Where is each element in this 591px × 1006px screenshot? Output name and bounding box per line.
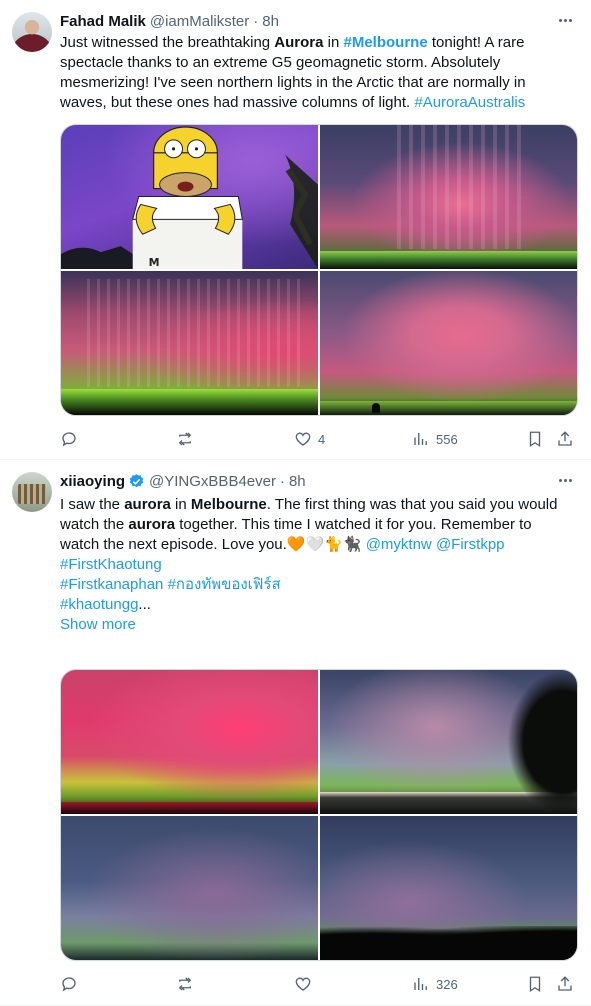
link-text[interactable]: @Firstkpp (436, 536, 505, 553)
tweet-text-line: watch the aurora together. This time I w… (60, 515, 577, 535)
share-button[interactable] (556, 429, 574, 449)
reply-button[interactable] (60, 974, 84, 994)
like-button[interactable] (294, 974, 318, 994)
text-segment: watch the next episode. Love you.🧡🤍🐈🐈‍⬛ (60, 536, 366, 553)
bookmark-button[interactable] (526, 974, 544, 994)
text-segment: together. This time I watched it for you… (175, 516, 532, 533)
reply-icon (62, 977, 76, 992)
media-image-aurora-4[interactable] (320, 271, 577, 415)
hashtag-link[interactable]: #Melbourne (344, 34, 428, 51)
repost-icon (178, 432, 192, 446)
share-icon (558, 976, 572, 991)
text-segment: watch the (60, 516, 129, 533)
views-button[interactable]: 556 (412, 429, 458, 449)
media-image-aurora-7[interactable] (61, 816, 318, 960)
repost-button[interactable] (176, 429, 200, 449)
tweet-text-line: waves, but these ones had massive column… (60, 93, 577, 113)
bookmark-icon (529, 431, 541, 448)
tweet-header: xiiaoying @YINGxBBB4ever · 8h (60, 471, 579, 491)
author-name[interactable]: xiiaoying (60, 473, 125, 490)
tweet-actions: 326 (60, 974, 578, 994)
media-image-aurora-6[interactable] (320, 670, 577, 814)
text-segment: tonight! A rare (427, 34, 525, 51)
share-button[interactable] (556, 974, 574, 994)
bookmark-button[interactable] (526, 429, 544, 449)
author-name[interactable]: Fahad Malik (60, 13, 146, 30)
heart-icon (295, 977, 311, 991)
tweet-text-line: I saw the aurora in Melbourne. The first… (60, 495, 577, 515)
media-grid (60, 669, 578, 961)
reply-icon (62, 432, 76, 447)
tweet-text-line: #khaotungg... (60, 595, 577, 615)
separator-dot: · (253, 12, 259, 30)
text-segment: ... (138, 596, 151, 613)
tweet-header: Fahad Malik @iamMalikster · 8h (60, 11, 579, 31)
avatar[interactable] (12, 12, 52, 52)
views-button[interactable]: 326 (412, 974, 458, 994)
author-handle[interactable]: @YINGxBBB4ever (149, 473, 276, 490)
bookmark-icon (529, 976, 541, 993)
media-image-aurora-3[interactable] (61, 271, 318, 415)
media-image-homer[interactable]: M (61, 125, 318, 269)
bold-keyword: Aurora (274, 34, 324, 51)
bold-keyword: Melbourne (190, 496, 267, 513)
bold-keyword: aurora (124, 496, 171, 513)
text-segment: in (323, 34, 344, 51)
avatar[interactable] (12, 472, 52, 512)
bold-keyword: aurora (128, 516, 176, 533)
link-text[interactable]: #FirstKhaotung (60, 556, 162, 573)
link-text[interactable]: #khaotungg (60, 596, 138, 613)
heart-icon (295, 432, 311, 446)
repost-icon (178, 977, 192, 991)
homer-cartoon-icon: M (61, 126, 318, 269)
tweet-text-line: spectacle thanks to an extreme G5 geomag… (60, 53, 577, 73)
link-text[interactable]: #Firstkanaphan #กองทัพของเฟิร์ส (60, 576, 281, 593)
analytics-icon (414, 978, 427, 990)
text-segment: . The first thing was that you said you … (266, 496, 558, 513)
media-grid: M (60, 124, 578, 416)
text-segment: spectacle thanks to an extreme G5 geomag… (60, 54, 501, 71)
tweet-text-line: mesmerizing! I've seen northern lights i… (60, 73, 577, 93)
link-text[interactable]: #AuroraAustralis (414, 94, 525, 111)
link-text[interactable]: @myktnw (366, 536, 432, 553)
tweet-actions: 4 556 (60, 429, 578, 449)
analytics-icon (414, 433, 427, 445)
tweet-text-line: Show more (60, 615, 577, 635)
tweet-text: Just witnessed the breathtaking Aurora i… (60, 33, 577, 113)
more-options-icon[interactable] (551, 470, 579, 490)
timestamp[interactable]: 8h (289, 473, 306, 490)
timestamp[interactable]: 8h (262, 13, 279, 30)
show-more-link[interactable]: Show more (60, 616, 136, 633)
media-image-aurora-5[interactable] (61, 670, 318, 814)
text-segment: I saw the (60, 496, 125, 513)
tweet-text-line: Just witnessed the breathtaking Aurora i… (60, 33, 577, 53)
media-image-aurora-2[interactable] (320, 125, 577, 269)
like-button[interactable]: 4 (294, 429, 325, 449)
tweet-text-line: #FirstKhaotung (60, 555, 577, 575)
text-segment: in (170, 496, 191, 513)
svg-text:M: M (149, 256, 160, 269)
share-icon (558, 431, 572, 446)
author-handle[interactable]: @iamMalikster (150, 13, 249, 30)
verified-badge-icon[interactable] (128, 473, 145, 490)
tweet-text-line: watch the next episode. Love you.🧡🤍🐈🐈‍⬛ … (60, 535, 577, 555)
more-options-icon[interactable] (551, 10, 579, 30)
tweet-text-line: #Firstkanaphan #กองทัพของเฟิร์ส (60, 575, 577, 595)
tweet-1[interactable]: Fahad Malik @iamMalikster · 8h Just witn… (0, 0, 591, 460)
text-segment: Just witnessed the breathtaking (60, 34, 275, 51)
tweet-text: I saw the aurora in Melbourne. The first… (60, 495, 577, 635)
tweet-2[interactable]: xiiaoying @YINGxBBB4ever · 8h I saw the … (0, 460, 591, 1006)
repost-button[interactable] (176, 974, 200, 994)
separator-dot: · (279, 472, 285, 490)
media-image-aurora-8[interactable] (320, 816, 577, 960)
text-segment: waves, but these ones had massive column… (60, 94, 415, 111)
text-segment: mesmerizing! I've seen northern lights i… (60, 74, 526, 91)
reply-button[interactable] (60, 429, 84, 449)
